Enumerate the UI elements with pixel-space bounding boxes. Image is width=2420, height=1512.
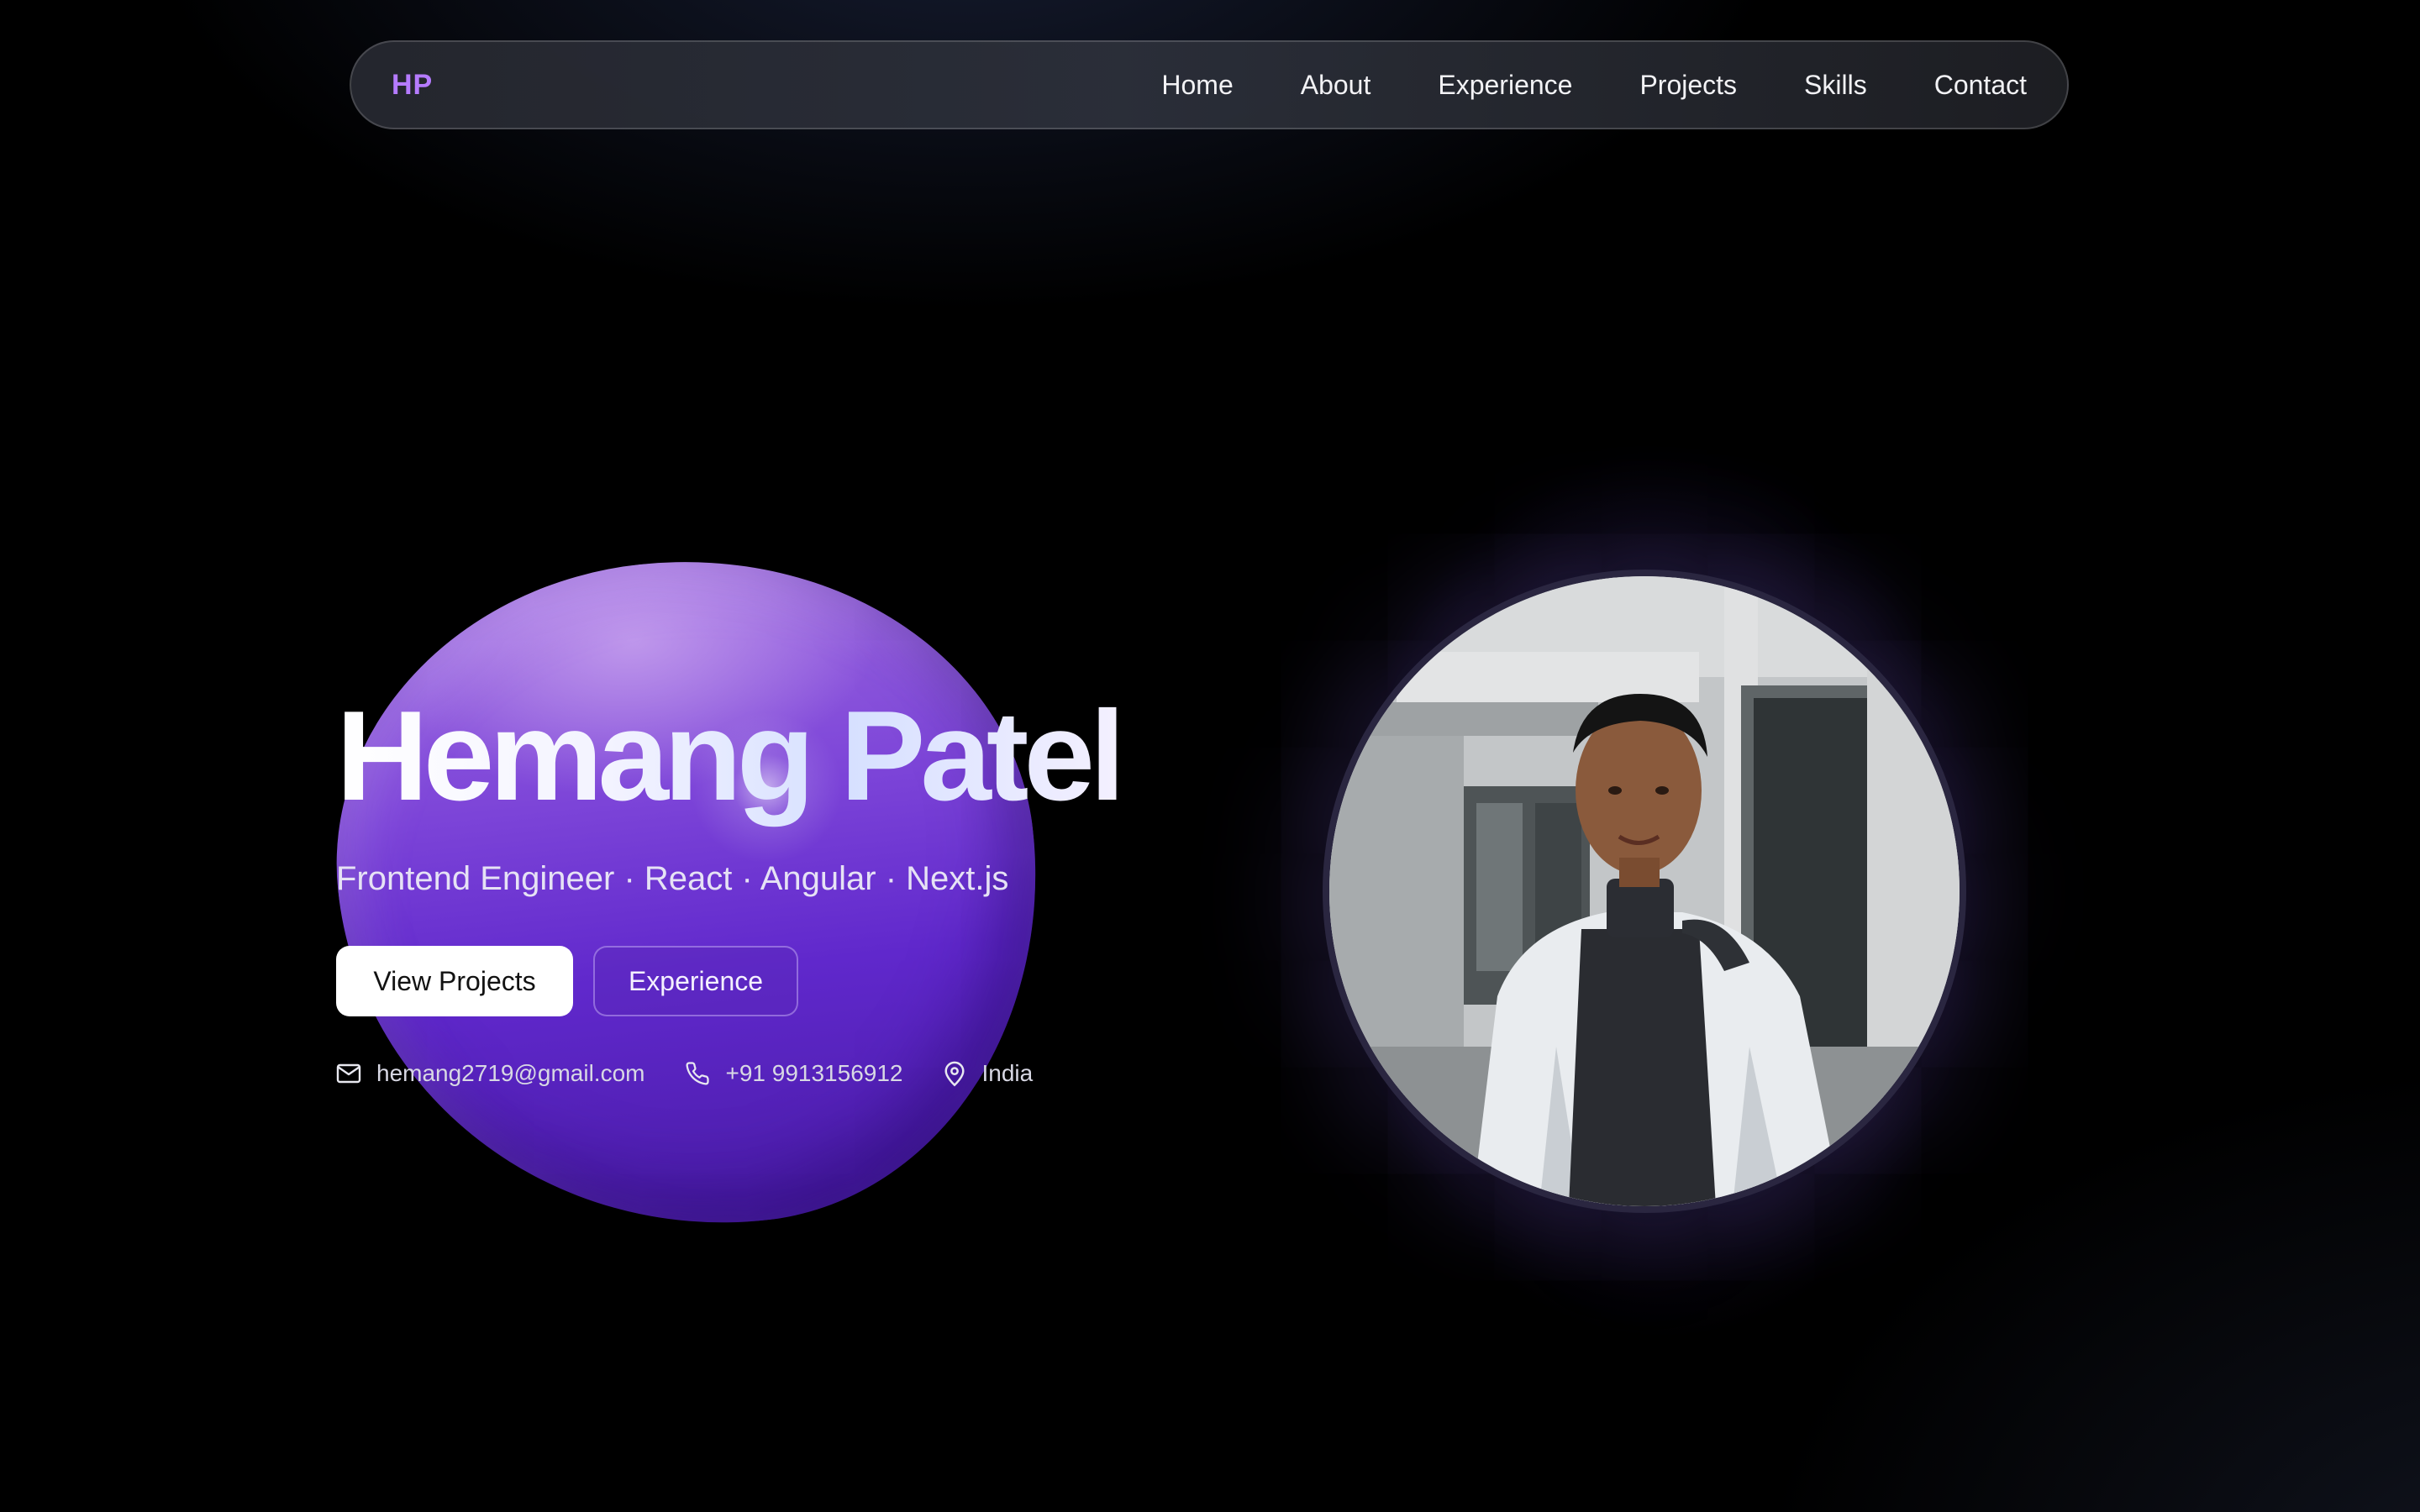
map-pin-icon	[943, 1060, 966, 1087]
mail-icon	[336, 1063, 361, 1084]
experience-button[interactable]: Experience	[593, 946, 798, 1016]
location-text: India	[981, 1060, 1034, 1086]
nav-link-contact[interactable]: Contact	[1934, 70, 2027, 101]
nav-link-experience[interactable]: Experience	[1438, 70, 1572, 101]
contact-info-row: hemang2719@gmail.com +91 9913156912 Indi…	[336, 1055, 1073, 1092]
view-projects-button[interactable]: View Projects	[336, 946, 573, 1016]
nav-link-about[interactable]: About	[1301, 70, 1371, 101]
nav-link-skills[interactable]: Skills	[1804, 70, 1867, 101]
top-navbar: HP Home About Experience Projects Skills…	[350, 40, 2069, 129]
phone-icon	[685, 1061, 710, 1086]
contact-location: India	[943, 1060, 1033, 1087]
contact-email[interactable]: hemang2719@gmail.com	[336, 1060, 644, 1087]
email-text: hemang2719@gmail.com	[376, 1060, 645, 1086]
profile-photo	[1323, 570, 1966, 1213]
contact-phone[interactable]: +91 9913156912	[685, 1060, 902, 1087]
hero-name: Hemang Patel	[336, 680, 1125, 832]
phone-text: +91 9913156912	[725, 1060, 903, 1086]
page: HP Home About Experience Projects Skills…	[0, 0, 2420, 1512]
hero-subtitle: Frontend Engineer · React · Angular · Ne…	[336, 860, 1009, 897]
profile-photo-illustration	[1329, 576, 1960, 1206]
brand-logo[interactable]: HP	[392, 42, 433, 128]
nav-link-home[interactable]: Home	[1161, 70, 1233, 101]
nav-links: Home About Experience Projects Skills Co…	[1161, 42, 2027, 128]
nav-link-projects[interactable]: Projects	[1639, 70, 1737, 101]
